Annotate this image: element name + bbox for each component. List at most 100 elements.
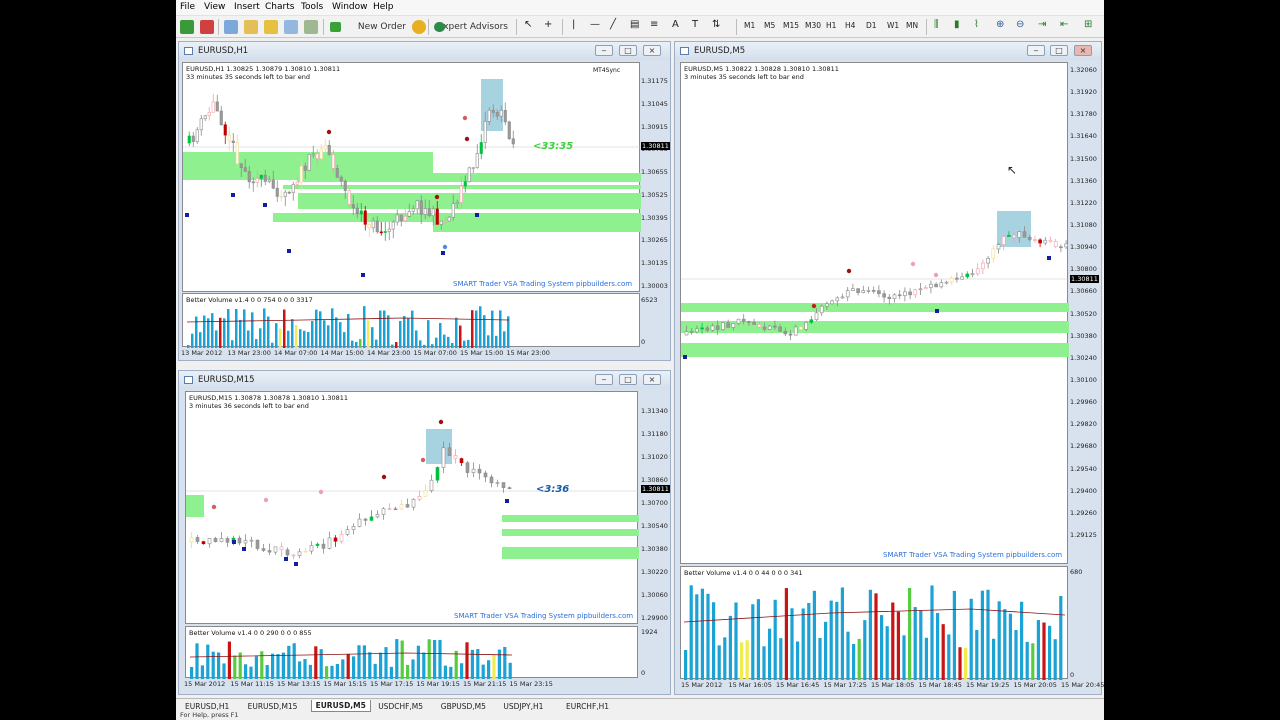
terminal-icon[interactable] [284, 20, 298, 34]
candle-body [427, 208, 431, 217]
chart-tab[interactable]: USDJPY,H1 [498, 700, 548, 712]
maximize-button[interactable]: □ [619, 374, 637, 385]
menu-view[interactable]: View [204, 2, 225, 12]
fibonacci-icon[interactable]: ≡ [650, 19, 658, 30]
price-chart[interactable]: EURUSD,H1 1.30825 1.30879 1.30810 1.3081… [182, 62, 641, 292]
candle-body [944, 281, 949, 284]
text-label-icon[interactable]: T [692, 19, 698, 30]
price-chart[interactable]: EURUSD,M15 1.30878 1.30878 1.30810 1.308… [185, 391, 639, 624]
maximize-button[interactable]: □ [1050, 45, 1068, 56]
timeframe-mn[interactable]: MN [906, 21, 918, 30]
window-title-bar[interactable]: EURUSD,H1 ‒ □ × [179, 42, 670, 60]
volume-indicator[interactable]: Better Volume v1.4 0 0 44 0 0 0 341 [680, 566, 1068, 680]
volume-bar [314, 646, 318, 679]
menu-tools[interactable]: Tools [301, 2, 323, 12]
bar-chart-icon[interactable]: ⫼ [934, 19, 939, 30]
menu-insert[interactable]: Insert [234, 2, 260, 12]
volume-bar [756, 599, 760, 680]
candle-body [307, 154, 311, 171]
timeframe-m15[interactable]: M15 [783, 21, 799, 30]
zoom-out-icon[interactable]: ⊖ [1016, 19, 1024, 30]
volume-bar [874, 593, 878, 680]
volume-bar [368, 652, 372, 679]
minimize-button[interactable]: ‒ [1027, 45, 1045, 56]
minimize-button[interactable]: ‒ [595, 45, 613, 56]
candle-body [741, 318, 746, 322]
timeframe-h1[interactable]: H1 [826, 21, 836, 30]
autoscroll-icon[interactable]: ⇥ [1038, 19, 1046, 30]
indicators-icon[interactable]: ⊞ [1084, 19, 1092, 30]
timeframe-h4[interactable]: H4 [845, 21, 855, 30]
timeframe-d1[interactable]: D1 [866, 21, 877, 30]
channel-icon[interactable]: ▤ [630, 19, 639, 30]
volume-indicator[interactable]: Better Volume v1.4 0 0 754 0 0 0 3317 [182, 293, 640, 348]
candlestick-icon[interactable]: ▮ [954, 19, 960, 30]
price-chart[interactable]: EURUSD,M5 1.30822 1.30828 1.30810 1.3081… [680, 62, 1069, 564]
close-button[interactable]: × [643, 374, 661, 385]
chart-tab[interactable]: EURUSD,H1 [180, 700, 234, 712]
volume-bar [244, 664, 248, 679]
market-watch-icon[interactable] [224, 20, 238, 34]
candle-body [435, 208, 439, 225]
menu-window[interactable]: Window [332, 2, 368, 12]
price-scale-label: 1.30660 [1070, 287, 1097, 296]
volume-bar [291, 319, 294, 348]
trendline-icon[interactable]: ╱ [610, 19, 616, 30]
candle-body [415, 200, 419, 210]
navigator-icon[interactable] [264, 20, 278, 34]
supply-demand-zone [502, 515, 639, 522]
data-window-icon[interactable] [244, 20, 258, 34]
new-chart-icon[interactable] [180, 20, 194, 34]
timeframe-m5[interactable]: M5 [764, 21, 775, 30]
volume-indicator[interactable]: Better Volume v1.4 0 0 290 0 0 0 855 [185, 626, 638, 679]
menu-help[interactable]: Help [373, 2, 394, 12]
strategy-tester-icon[interactable] [304, 20, 318, 34]
metaeditor-icon[interactable] [412, 20, 426, 34]
volume-bar [449, 666, 453, 679]
timeframe-m1[interactable]: M1 [744, 21, 755, 30]
profiles-icon[interactable] [200, 20, 214, 34]
volume-bar [1059, 595, 1063, 680]
line-chart-icon[interactable]: ⌇ [974, 19, 979, 30]
toolbar: New Order Expert Advisors ↖ + | — ╱ ▤ ≡ … [176, 16, 1104, 38]
new-order-button[interactable]: New Order [326, 19, 410, 35]
window-title-bar[interactable]: EURUSD,M5 ‒ □ × [675, 42, 1101, 60]
chart-shift-icon[interactable]: ⇤ [1060, 19, 1068, 30]
close-button[interactable]: × [643, 45, 661, 56]
volume-bar [919, 610, 923, 680]
menu-file[interactable]: File [180, 2, 195, 12]
close-button[interactable]: × [1074, 45, 1092, 56]
minimize-button[interactable]: ‒ [595, 374, 613, 385]
maximize-button[interactable]: □ [619, 45, 637, 56]
candle-body [345, 529, 350, 535]
arrows-icon[interactable]: ⇅ [712, 19, 720, 30]
timeframe-w1[interactable]: W1 [887, 21, 899, 30]
volume-bar [411, 659, 415, 679]
time-scale-label: 15 Mar 21:15 [463, 680, 507, 688]
text-icon[interactable]: A [672, 19, 679, 30]
chart-tab[interactable]: EURUSD,M15 [243, 700, 303, 712]
volume-bar [475, 310, 478, 348]
vertical-line-icon[interactable]: | [572, 19, 575, 30]
candle-body [501, 482, 506, 488]
candle-body [793, 326, 798, 336]
chart-tab[interactable]: USDCHF,M5 [373, 700, 428, 712]
menu-charts[interactable]: Charts [265, 2, 294, 12]
chart-tab[interactable]: GBPUSD,M5 [436, 700, 491, 712]
cursor-icon[interactable]: ↖ [524, 19, 532, 30]
zoom-in-icon[interactable]: ⊕ [996, 19, 1004, 30]
candle-body [187, 135, 191, 144]
candle-body [726, 322, 730, 328]
crosshair-icon[interactable]: + [544, 19, 552, 30]
volume-indicator-label: Better Volume v1.4 0 0 290 0 0 0 855 [189, 629, 312, 637]
expert-advisors-button[interactable]: Expert Advisors [430, 19, 512, 35]
volume-bar [299, 329, 302, 348]
volume-bar [319, 311, 322, 348]
chart-tab[interactable]: EURCHF,H1 [561, 700, 614, 712]
candle-body [752, 321, 756, 325]
timeframe-m30[interactable]: M30 [805, 21, 821, 30]
chart-tab[interactable]: EURUSD,M5 [310, 700, 371, 712]
supply-demand-zone [502, 529, 639, 536]
horizontal-line-icon[interactable]: — [590, 19, 600, 30]
window-title-bar[interactable]: EURUSD,M15 ‒ □ × [179, 371, 670, 389]
